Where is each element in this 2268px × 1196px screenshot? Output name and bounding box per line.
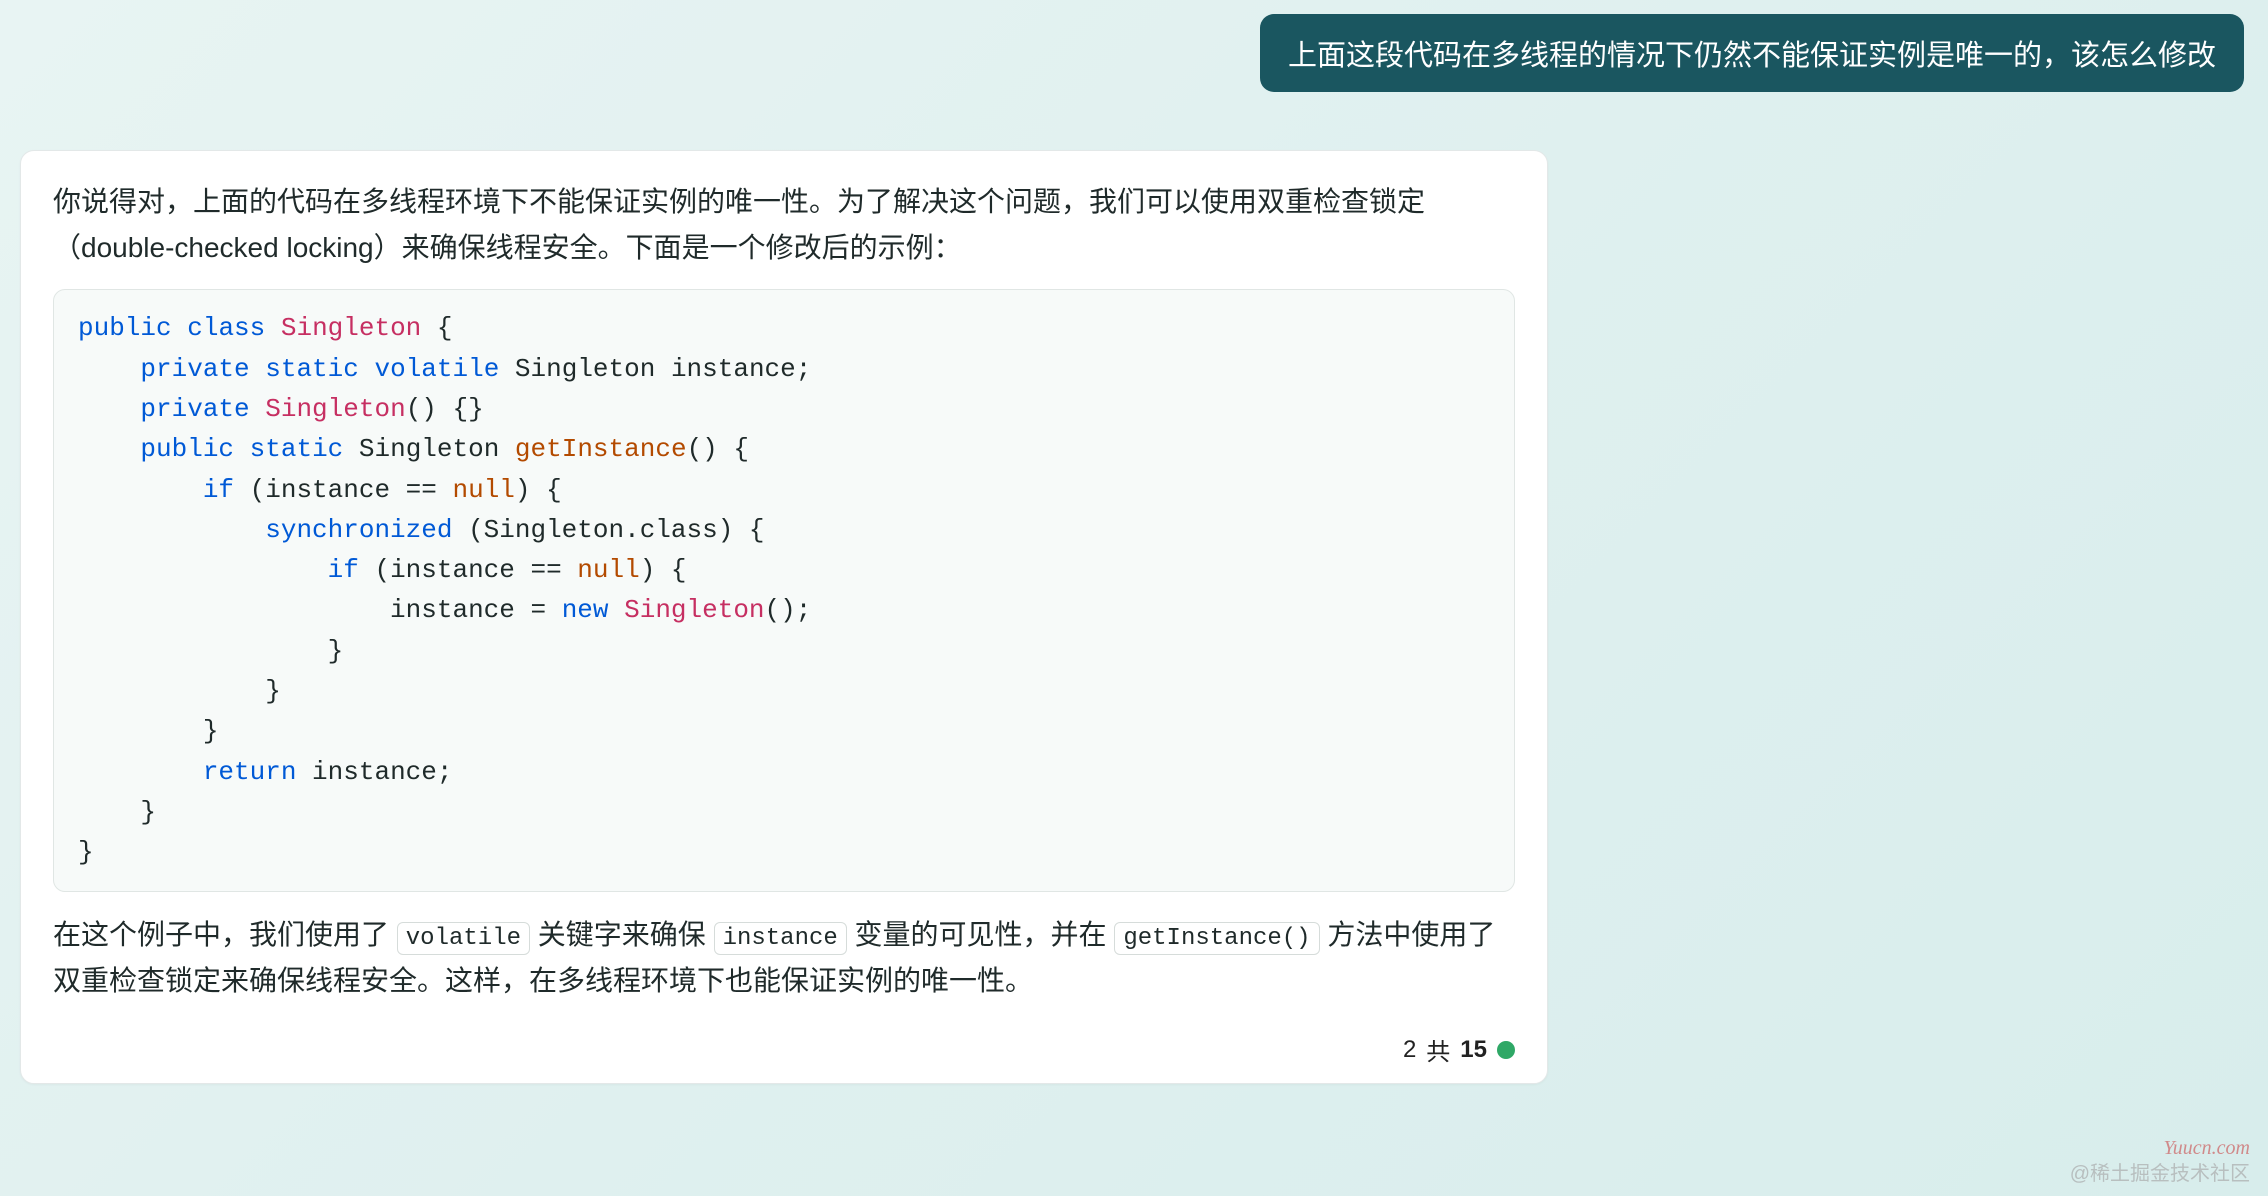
kw-new: new <box>562 595 609 625</box>
classname-singleton: Singleton <box>281 313 421 343</box>
watermark-community: @稀土掘金技术社区 <box>2070 1157 2250 1186</box>
kw-volatile: volatile <box>374 354 499 384</box>
code-block[interactable]: public class Singleton { private static … <box>53 289 1515 891</box>
assistant-explanation: 在这个例子中，我们使用了 volatile 关键字来确保 instance 变量… <box>53 912 1515 1005</box>
literal-null: null <box>577 555 639 585</box>
kw-private: private <box>140 354 249 384</box>
kw-static: static <box>250 434 344 464</box>
method-getinstance: getInstance <box>515 434 687 464</box>
page-total: 15 <box>1460 1036 1487 1064</box>
kw-public: public <box>140 434 234 464</box>
inline-code-instance: instance <box>714 922 847 955</box>
page-of-label: 共 <box>1426 1032 1450 1067</box>
kw-static: static <box>265 354 359 384</box>
assistant-intro: 你说得对，上面的代码在多线程环境下不能保证实例的唯一性。为了解决这个问题，我们可… <box>53 179 1515 271</box>
explain-seg-3: 变量的可见性，并在 <box>847 919 1115 950</box>
ctor-name: Singleton <box>265 394 405 424</box>
new-singleton: Singleton <box>624 595 764 625</box>
kw-return: return <box>203 757 297 787</box>
kw-if: if <box>328 555 359 585</box>
kw-public: public <box>78 313 172 343</box>
user-message-bubble: 上面这段代码在多线程的情况下仍然不能保证实例是唯一的，该怎么修改 <box>1260 14 2244 92</box>
inline-code-volatile: volatile <box>397 922 530 955</box>
literal-null: null <box>452 475 514 505</box>
kw-private: private <box>140 394 249 424</box>
assistant-message-card: 你说得对，上面的代码在多线程环境下不能保证实例的唯一性。为了解决这个问题，我们可… <box>20 150 1548 1084</box>
inline-code-getinstance: getInstance() <box>1114 922 1319 955</box>
status-dot-icon <box>1497 1041 1515 1059</box>
page-current: 2 <box>1403 1036 1416 1064</box>
kw-class: class <box>187 313 265 343</box>
kw-synchronized: synchronized <box>265 515 452 545</box>
explain-seg-1: 在这个例子中，我们使用了 <box>53 919 397 950</box>
kw-if: if <box>203 475 234 505</box>
user-message-text: 上面这段代码在多线程的情况下仍然不能保证实例是唯一的，该怎么修改 <box>1288 40 2216 72</box>
explain-seg-2: 关键字来确保 <box>530 919 714 950</box>
pagination-footer: 2 共 15 <box>53 1032 1515 1067</box>
